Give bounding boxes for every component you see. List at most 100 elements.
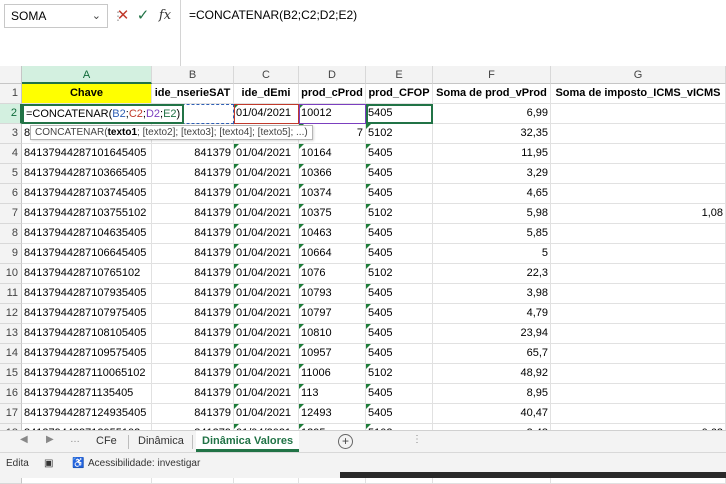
cell-a9[interactable]: 841379442871066454​05 [22, 244, 152, 264]
cell-e16[interactable]: 5405 [366, 384, 433, 404]
cell-g4[interactable] [551, 144, 726, 164]
row-header[interactable]: 12 [0, 304, 22, 324]
cancel-icon[interactable]: ✕ [114, 4, 132, 26]
cell-b4[interactable]: 841379 [152, 144, 234, 164]
cell-a7[interactable]: 841379442871037551​02 [22, 204, 152, 224]
select-all-corner[interactable] [0, 66, 22, 84]
cell-e6[interactable]: 5405 [366, 184, 433, 204]
cell-f11[interactable]: 3,98 [433, 284, 551, 304]
formula-input[interactable]: =CONCATENAR(B2;C2;D2;E2) [180, 0, 726, 66]
cell-e8[interactable]: 5405 [366, 224, 433, 244]
cell-e12[interactable]: 5405 [366, 304, 433, 324]
cell-a6[interactable]: 841379442871037454​05 [22, 184, 152, 204]
cell-e2[interactable]: 5405 [366, 104, 433, 124]
cell-a11[interactable]: 841379442871079354​05 [22, 284, 152, 304]
cell-a15[interactable]: 841379442871100651​02 [22, 364, 152, 384]
cell-f2[interactable]: 6,99 [433, 104, 551, 124]
row-header[interactable]: 8 [0, 224, 22, 244]
cell-g2[interactable] [551, 104, 726, 124]
cell-a14[interactable]: 841379442871095754​05 [22, 344, 152, 364]
cell-e11[interactable]: 5405 [366, 284, 433, 304]
tab-scroll-handle[interactable]: ⋮ [412, 434, 422, 445]
cell-d15[interactable]: 11006 [299, 364, 366, 384]
cell-c15[interactable]: 01/04/2021 [234, 364, 299, 384]
cell-f8[interactable]: 5,85 [433, 224, 551, 244]
cell-b11[interactable]: 841379 [152, 284, 234, 304]
cell-c17[interactable]: 01/04/2021 [234, 404, 299, 424]
cell-a13[interactable]: 841379442871081054​05 [22, 324, 152, 344]
cell-c12[interactable]: 01/04/2021 [234, 304, 299, 324]
cell-f6[interactable]: 4,65 [433, 184, 551, 204]
cell-e7[interactable]: 5102 [366, 204, 433, 224]
cell-b8[interactable]: 841379 [152, 224, 234, 244]
header-cell-g[interactable]: Soma de imposto_ICMS_vICMS [551, 84, 726, 104]
cell-c8[interactable]: 01/04/2021 [234, 224, 299, 244]
cell-d12[interactable]: 10797 [299, 304, 366, 324]
cell-b6[interactable]: 841379 [152, 184, 234, 204]
cell-d6[interactable]: 10374 [299, 184, 366, 204]
cell-c11[interactable]: 01/04/2021 [234, 284, 299, 304]
cell-c16[interactable]: 01/04/2021 [234, 384, 299, 404]
cell-e9[interactable]: 5405 [366, 244, 433, 264]
cell-g15[interactable] [551, 364, 726, 384]
row-header[interactable]: 10 [0, 264, 22, 284]
row-header[interactable]: 15 [0, 364, 22, 384]
column-header-g[interactable]: G [551, 66, 726, 84]
cell-c2[interactable]: 01/04/2021 [234, 104, 299, 124]
insert-function-icon[interactable]: fx [156, 4, 174, 26]
column-header-a[interactable]: A [22, 66, 152, 84]
cell-d9[interactable]: 10664 [299, 244, 366, 264]
cell-e17[interactable]: 5405 [366, 404, 433, 424]
cell-a16[interactable]: 84137944287113540​5 [22, 384, 152, 404]
header-cell-d[interactable]: prod_cProd [299, 84, 366, 104]
row-header[interactable]: 6 [0, 184, 22, 204]
cell-f12[interactable]: 4,79 [433, 304, 551, 324]
row-header[interactable]: 9 [0, 244, 22, 264]
column-header-f[interactable]: F [433, 66, 551, 84]
header-cell-b[interactable]: ide_nserieSAT [152, 84, 234, 104]
cell-g10[interactable] [551, 264, 726, 284]
column-header-c[interactable]: C [234, 66, 299, 84]
cell-d16[interactable]: 113 [299, 384, 366, 404]
accessibility-icon[interactable]: ♿ [72, 458, 84, 469]
cell-f17[interactable]: 40,47 [433, 404, 551, 424]
cell-e14[interactable]: 5405 [366, 344, 433, 364]
cell-c6[interactable]: 01/04/2021 [234, 184, 299, 204]
tab-cfe[interactable]: CFe [90, 431, 123, 452]
cell-e13[interactable]: 5405 [366, 324, 433, 344]
cell-c4[interactable]: 01/04/2021 [234, 144, 299, 164]
function-tooltip[interactable]: CONCATENAR(texto1; [texto2]; [texto3]; [… [30, 125, 313, 140]
add-sheet-icon[interactable]: + [338, 434, 353, 449]
cell-d14[interactable]: 10957 [299, 344, 366, 364]
cell-f3[interactable]: 32,35 [433, 124, 551, 144]
row-header[interactable]: 2 [0, 104, 22, 124]
cell-d7[interactable]: 10375 [299, 204, 366, 224]
row-header[interactable]: 3 [0, 124, 22, 144]
cell-b13[interactable]: 841379 [152, 324, 234, 344]
cell-g13[interactable] [551, 324, 726, 344]
cell-a4[interactable]: 8413794428710164540​5 [22, 144, 152, 164]
cell-c13[interactable]: 01/04/2021 [234, 324, 299, 344]
cell-d17[interactable]: 12493 [299, 404, 366, 424]
cell-g5[interactable] [551, 164, 726, 184]
cell-f16[interactable]: 8,95 [433, 384, 551, 404]
cell-b16[interactable]: 841379 [152, 384, 234, 404]
cell-e3[interactable]: 5102 [366, 124, 433, 144]
cell-b15[interactable]: 841379 [152, 364, 234, 384]
cell-e15[interactable]: 5102 [366, 364, 433, 384]
row-header[interactable]: 14 [0, 344, 22, 364]
cell-a8[interactable]: 841379442871046354​05 [22, 224, 152, 244]
cell-g14[interactable] [551, 344, 726, 364]
tab-dinamica-valores[interactable]: Dinâmica Valores [196, 431, 300, 452]
row-header[interactable]: 11 [0, 284, 22, 304]
cell-f13[interactable]: 23,94 [433, 324, 551, 344]
cell-b17[interactable]: 841379 [152, 404, 234, 424]
cell-d5[interactable]: 10366 [299, 164, 366, 184]
enter-check-icon[interactable]: ✓ [134, 4, 152, 26]
row-header[interactable]: 7 [0, 204, 22, 224]
cell-c7[interactable]: 01/04/2021 [234, 204, 299, 224]
tab-dinamica[interactable]: Dinâmica [132, 431, 190, 452]
row-header[interactable]: 16 [0, 384, 22, 404]
more-sheets-icon[interactable]: … [70, 434, 80, 445]
cell-d8[interactable]: 10463 [299, 224, 366, 244]
